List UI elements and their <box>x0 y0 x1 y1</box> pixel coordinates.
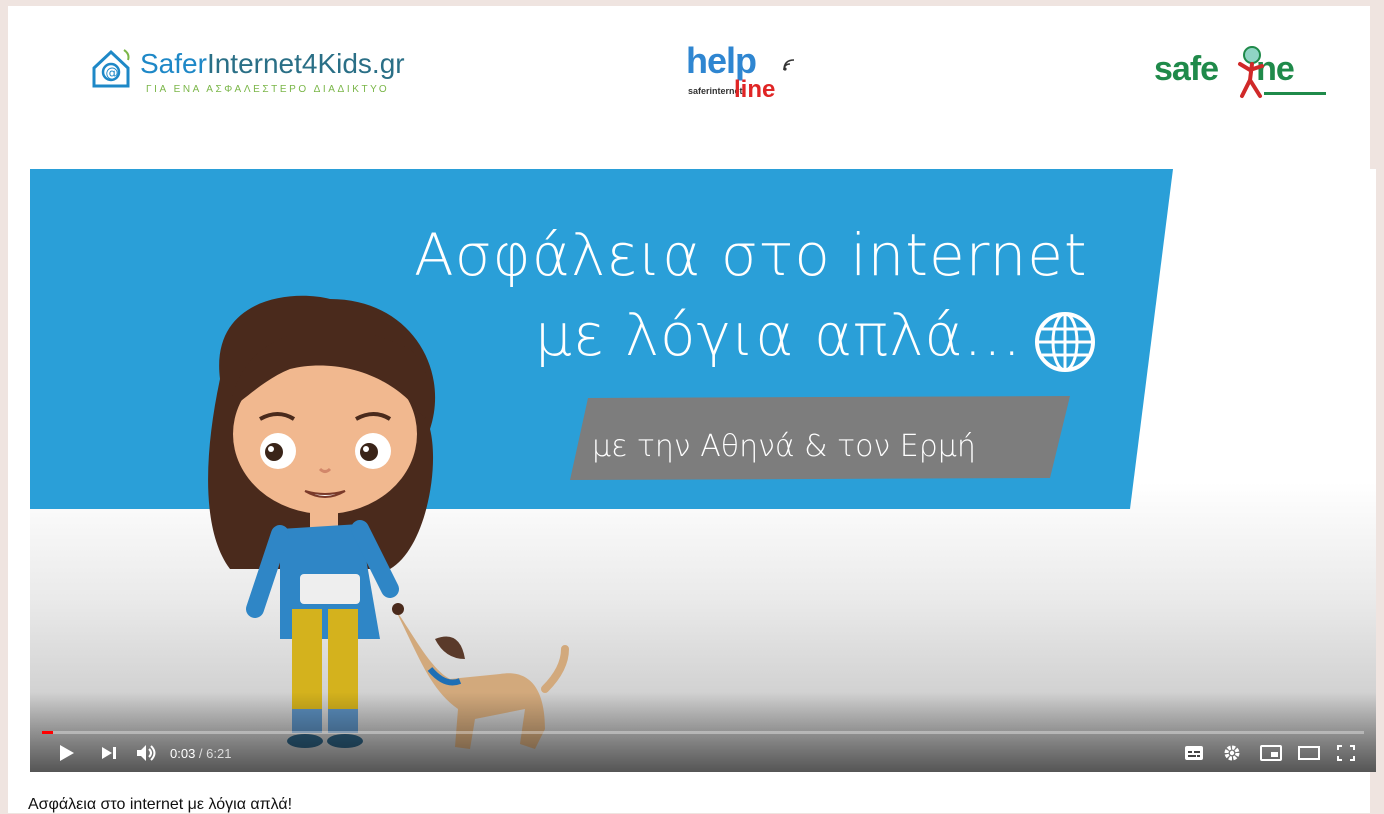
subtitles-icon <box>1185 746 1203 760</box>
video-player[interactable]: Ασφάλεια στο internet με λόγια απλά... μ… <box>30 169 1376 772</box>
volume-button[interactable] <box>134 743 160 763</box>
time-display: 0:03 / 6:21 <box>170 746 231 761</box>
settings-icon <box>1224 745 1240 761</box>
fullscreen-icon <box>1337 745 1355 761</box>
settings-button[interactable] <box>1220 743 1244 763</box>
page-frame: @ SaferInternet4Kids.gr ΓΙΑ ΕΝΑ ΑΣΦΑΛΕΣΤ… <box>8 6 1376 813</box>
saferinternet4kids-logo[interactable]: @ SaferInternet4Kids.gr ΓΙΑ ΕΝΑ ΑΣΦΑΛΕΣΤ… <box>88 46 408 98</box>
miniplayer-button[interactable] <box>1258 743 1284 763</box>
next-icon <box>102 747 116 759</box>
safeline-logo[interactable]: safe ne <box>1154 46 1334 102</box>
theater-icon <box>1298 746 1320 760</box>
helpline-line-text: line <box>734 76 776 103</box>
volume-icon <box>137 745 156 761</box>
brand-name: SaferInternet4Kids.gr <box>140 48 405 79</box>
progress-bar[interactable] <box>42 731 1364 734</box>
progress-fill <box>42 731 53 734</box>
play-icon <box>60 745 74 761</box>
subtitles-button[interactable] <box>1182 743 1206 763</box>
video-title-line1: Ασφάλεια στο internet <box>414 221 1088 289</box>
miniplayer-icon <box>1260 745 1282 761</box>
video-title-line2: με λόγια απλά... <box>535 301 1022 369</box>
current-time: 0:03 <box>170 746 196 761</box>
safeline-underline <box>1264 92 1326 95</box>
globe-icon <box>1035 312 1095 372</box>
safeline-text: safe ne <box>1154 50 1295 88</box>
theater-button[interactable] <box>1296 743 1322 763</box>
video-subtitle: με την Αθηνά & τον Ερμή <box>592 429 976 464</box>
play-button[interactable] <box>56 743 78 763</box>
svg-text:@: @ <box>106 66 119 81</box>
house-at-icon: @ <box>92 49 130 88</box>
duration: 6:21 <box>206 746 232 761</box>
next-button[interactable] <box>98 743 120 763</box>
time-separator: / <box>195 746 207 761</box>
helpline-logo[interactable]: help saferinternet line <box>686 40 826 103</box>
signal-icon <box>783 59 795 71</box>
video-caption: Ασφάλεια στο internet με λόγια απλά! <box>28 796 293 813</box>
fullscreen-button[interactable] <box>1334 743 1358 763</box>
brand-tagline: ΓΙΑ ΕΝΑ ΑΣΦΑΛΕΣΤΕΡΟ ΔΙΑΔΙΚΤΥΟ <box>146 84 390 95</box>
